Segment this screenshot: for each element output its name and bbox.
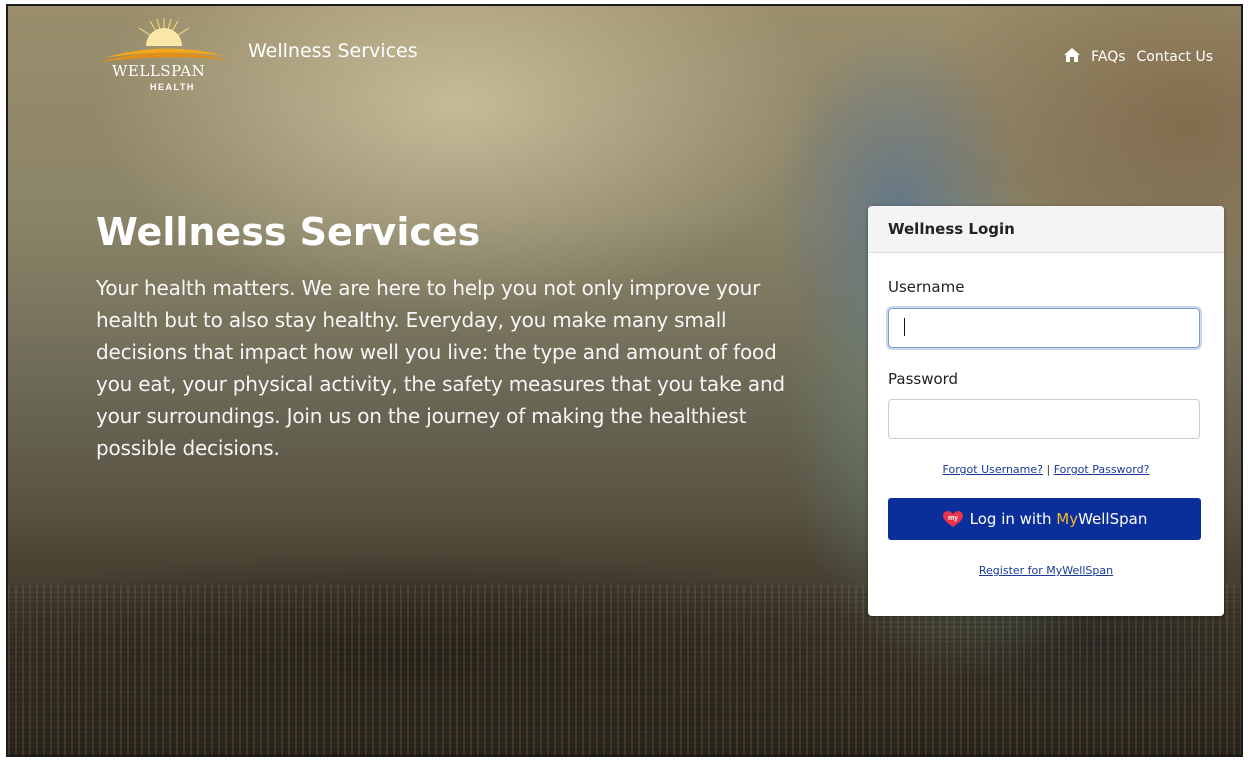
login-button-prefix: Log in with xyxy=(969,510,1057,528)
login-button-suffix: WellSpan xyxy=(1078,510,1148,528)
forgot-password-link[interactable]: Forgot Password? xyxy=(1054,463,1150,476)
forgot-links: Forgot Username? | Forgot Password? xyxy=(868,463,1224,476)
contact-us-link[interactable]: Contact Us xyxy=(1137,49,1213,65)
password-input[interactable] xyxy=(888,399,1200,439)
password-label: Password xyxy=(888,370,959,388)
login-card-header: Wellness Login xyxy=(868,206,1224,253)
login-button-my: My xyxy=(1056,510,1079,528)
hero-description: Your health matters. We are here to help… xyxy=(96,276,785,460)
heart-icon-text: my xyxy=(948,515,958,522)
login-card: Wellness Login Username Password Forgot … xyxy=(868,206,1224,616)
site-title: Wellness Services xyxy=(248,40,418,62)
register-section: Register for MyWellSpan xyxy=(868,564,1224,577)
logo-wordmark: WELLSPAN xyxy=(112,62,206,80)
wellspan-logo[interactable]: WELLSPAN HEALTH xyxy=(96,14,232,98)
username-input[interactable] xyxy=(888,308,1200,348)
link-separator: | xyxy=(1046,463,1051,476)
mywellspan-login-button[interactable]: my Log in with MyWellSpan xyxy=(888,498,1201,540)
username-label: Username xyxy=(888,278,965,296)
text-caret xyxy=(904,318,905,336)
faqs-link[interactable]: FAQs xyxy=(1091,49,1125,65)
home-link[interactable] xyxy=(1064,48,1081,66)
register-link[interactable]: Register for MyWellSpan xyxy=(979,564,1113,577)
login-button-label: Log in with MyWellSpan xyxy=(970,510,1148,528)
top-navigation: FAQs Contact Us xyxy=(1064,48,1213,66)
hero-title: Wellness Services xyxy=(96,210,481,254)
mywellspan-heart-icon: my xyxy=(942,511,963,527)
forgot-username-link[interactable]: Forgot Username? xyxy=(943,463,1043,476)
logo-subtitle: HEALTH xyxy=(150,82,195,92)
page-frame: WELLSPAN HEALTH Wellness Services FAQs C… xyxy=(6,4,1243,757)
home-icon xyxy=(1064,48,1081,62)
